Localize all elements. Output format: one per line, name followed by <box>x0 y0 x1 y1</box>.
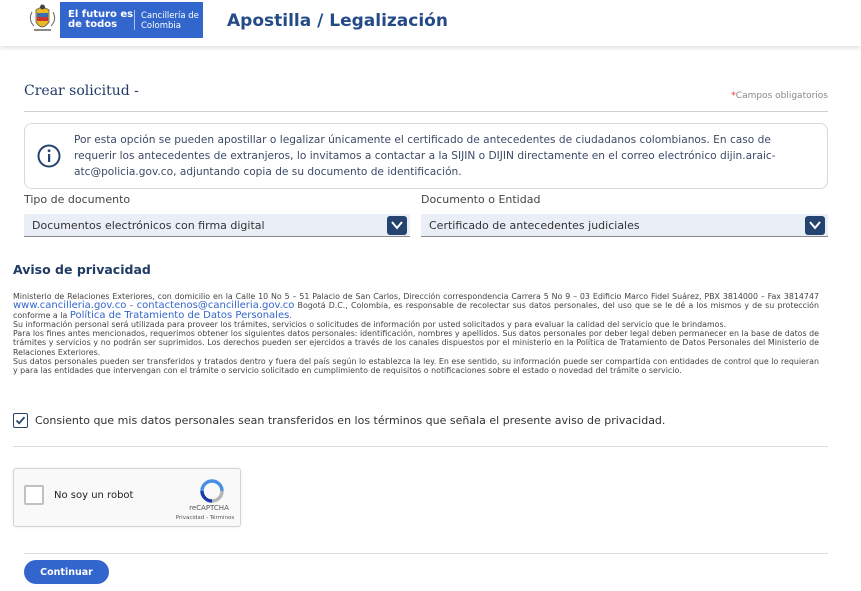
chevron-down-icon[interactable] <box>805 216 825 235</box>
privacy-paragraph-1: Ministerio de Relaciones Exteriores, con… <box>13 292 819 320</box>
recaptcha-widget: No soy un robot reCAPTCHA Privacidad - T… <box>13 468 241 527</box>
logo-banner: El futuro es de todos Cancillería de Col… <box>60 2 203 38</box>
coat-of-arms-icon <box>25 2 60 38</box>
consent-checkbox[interactable] <box>13 413 28 428</box>
continue-button[interactable]: Continuar <box>24 560 109 584</box>
privacy-text: . <box>289 310 292 320</box>
info-text-end: , adjuntando copia de su documento de id… <box>173 166 462 178</box>
title-divider <box>24 111 828 112</box>
info-alert: Por esta opción se pueden apostillar o l… <box>24 123 828 189</box>
tipo-documento-value: Documentos electrónicos con firma digita… <box>32 219 265 232</box>
info-icon <box>37 144 61 168</box>
recaptcha-logo-icon <box>198 479 226 503</box>
recaptcha-checkbox[interactable] <box>24 485 44 505</box>
documento-entidad-value: Certificado de antecedentes judiciales <box>429 219 640 232</box>
check-icon <box>15 416 26 425</box>
recaptcha-label: No soy un robot <box>54 490 134 501</box>
privacy-body: Ministerio de Relaciones Exteriores, con… <box>13 292 819 376</box>
privacy-title: Aviso de privacidad <box>13 262 151 277</box>
data-policy-link[interactable]: Política de Tratamiento de Datos Persona… <box>70 310 290 321</box>
section-divider <box>13 446 828 447</box>
info-text-start: Por esta opción se pueden apostillar o l… <box>74 134 771 162</box>
required-note: *Campos obligatorios <box>731 91 828 101</box>
documento-entidad-label: Documento o Entidad <box>421 193 541 206</box>
privacy-paragraph-2: Su información personal será utilizada p… <box>13 319 727 329</box>
privacy-text: Ministerio de Relaciones Exteriores, con… <box>13 292 819 301</box>
page-title: Apostilla / Legalización <box>227 11 448 31</box>
top-header: El futuro es de todos Cancillería de Col… <box>0 0 861 46</box>
logo-entity: Cancillería de Colombia <box>141 11 199 31</box>
gov-logo[interactable]: El futuro es de todos Cancillería de Col… <box>25 2 203 38</box>
required-note-text: Campos obligatorios <box>735 91 828 101</box>
form-title: Crear solicitud - <box>24 83 139 99</box>
consent-row[interactable]: Consiento que mis datos personales sean … <box>13 413 665 428</box>
privacy-paragraph-3: Para los fines antes mencionados, requer… <box>13 329 819 357</box>
recaptcha-brand: reCAPTCHA <box>189 504 229 512</box>
info-text: Por esta opción se pueden apostillar o l… <box>74 132 814 180</box>
logo-divider <box>134 10 135 30</box>
logo-slogan: El futuro es de todos <box>68 9 134 30</box>
recaptcha-links[interactable]: Privacidad - Términos <box>170 515 240 521</box>
documento-entidad-select[interactable]: Certificado de antecedentes judiciales <box>421 214 828 237</box>
privacy-paragraph-4: Sus datos personales pueden ser transfer… <box>13 357 819 376</box>
tipo-documento-label: Tipo de documento <box>24 193 131 206</box>
consent-label[interactable]: Consiento que mis datos personales sean … <box>35 414 665 427</box>
tipo-documento-select[interactable]: Documentos electrónicos con firma digita… <box>24 214 410 237</box>
chevron-down-icon[interactable] <box>387 216 407 235</box>
footer-divider <box>24 553 828 554</box>
